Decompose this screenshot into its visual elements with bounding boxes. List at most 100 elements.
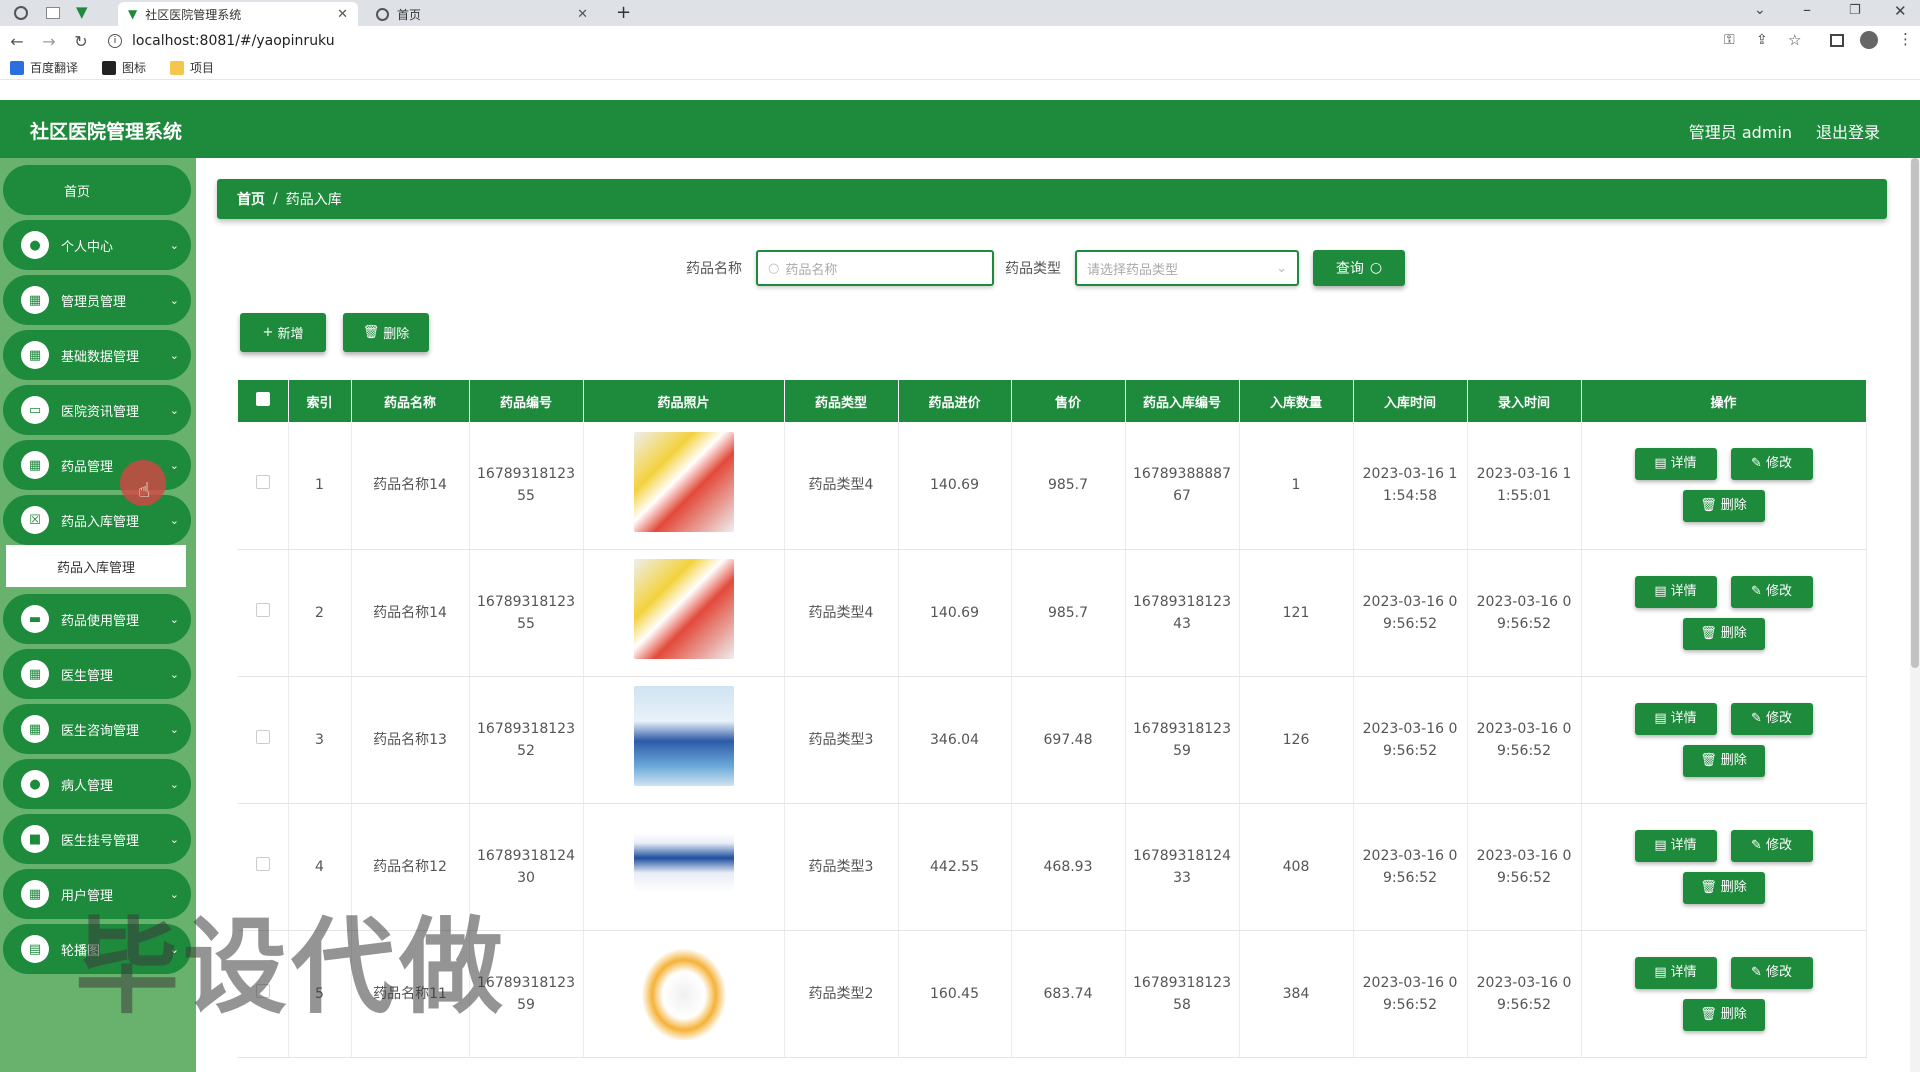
back-icon[interactable]: ← [4,32,30,51]
table-row: 1 药品名称14 1678931812355 药品类型4 140.69 985.… [238,422,1867,550]
drug-photo [633,940,734,1040]
cell-price: 985.7 [1011,549,1126,677]
browser-tab[interactable]: 首页 ✕ [366,2,598,26]
close-icon[interactable]: ✕ [337,7,348,22]
edit-button[interactable]: ✎ 修改 [1730,829,1813,862]
bookmark-item[interactable]: 项目 [170,59,214,76]
sidebar-item-news[interactable]: ▭ 医院资讯管理 ⌄ [3,385,191,435]
cell-entry-time: 2023-03-16 09:56:52 [1467,930,1582,1058]
reload-icon[interactable]: ↻ [68,32,94,51]
document-icon: ▤ [1654,837,1667,853]
pencil-icon: ✎ [1751,837,1762,853]
chevron-down-icon: ⌄ [169,722,179,736]
add-button[interactable]: + 新增 [240,313,326,352]
table-row: 2 药品名称14 1678931812355 药品类型4 140.69 985.… [238,549,1867,677]
delete-button[interactable]: 🗑 删除 [1682,744,1765,777]
sidebar-item-drug-usage[interactable]: ▬ 药品使用管理 ⌄ [3,594,191,644]
sidebar-item-profile[interactable]: ● 个人中心 ⌄ [3,220,191,270]
chat-icon: ▬ [21,605,49,633]
trash-icon: 🗑 [1700,1006,1717,1022]
scrollbar-thumb[interactable] [1911,158,1919,668]
detail-button[interactable]: ▤ 详情 [1634,575,1717,608]
cell-in-time: 2023-03-16 09:56:52 [1353,676,1468,804]
pencil-icon: ✎ [1751,456,1762,472]
detail-button[interactable]: ▤ 详情 [1634,448,1717,481]
breadcrumb: 首页 / 药品入库 [217,179,1887,219]
delete-button[interactable]: 🗑 删除 [1682,490,1765,523]
vue-icon[interactable]: ▼ [76,3,88,21]
close-icon[interactable]: ✕ [577,7,588,22]
row-checkbox[interactable] [255,602,270,617]
cell-entry-time: 2023-03-16 09:56:52 [1467,549,1582,677]
bookmark-item[interactable]: 百度翻译 [10,59,78,76]
cell-entry-time: 2023-03-16 09:56:52 [1467,676,1582,804]
delete-button[interactable]: 🗑 删除 [1682,617,1765,650]
edit-button[interactable]: ✎ 修改 [1730,702,1813,735]
batch-delete-button[interactable]: 🗑 删除 [343,313,429,352]
browser-tab-active[interactable]: ▼ 社区医院管理系统 ✕ [118,2,358,26]
column-header: 录入时间 [1467,380,1582,422]
edit-button[interactable]: ✎ 修改 [1730,956,1813,989]
edit-button[interactable]: ✎ 修改 [1730,448,1813,481]
close-window-icon[interactable]: ✕ [1894,2,1907,20]
cell-inbound-no: 1678931812359 [1125,676,1240,804]
cell-in-time: 2023-03-16 09:56:52 [1353,930,1468,1058]
sidebar-subitem-drug-inbound[interactable]: 药品入库管理 [6,545,186,587]
select-all-checkbox[interactable] [255,392,270,406]
table-row: 3 药品名称13 1678931812352 药品类型3 346.04 697.… [238,676,1867,804]
profile-icon[interactable] [1860,31,1878,49]
sidebar-item-basedata[interactable]: ▦ 基础数据管理 ⌄ [3,330,191,380]
cell-price: 985.7 [1011,422,1126,550]
key-icon[interactable]: ⚿ [1724,32,1735,48]
row-checkbox[interactable] [255,729,270,744]
browser-menu-icon[interactable] [14,6,28,20]
more-icon[interactable]: ⋮ [1898,30,1913,48]
minimize-icon[interactable]: – [1803,0,1811,19]
document-icon: ▤ [21,935,49,963]
detail-button[interactable]: ▤ 详情 [1634,702,1717,735]
sidebar-item-registration[interactable]: ■ 医生挂号管理 ⌄ [3,814,191,864]
sidepanel-icon[interactable] [1830,34,1844,47]
forward-icon[interactable]: → [36,32,62,51]
detail-button[interactable]: ▤ 详情 [1634,829,1717,862]
restore-icon[interactable]: ❐ [1849,3,1861,18]
cell-type: 药品类型3 [784,676,899,804]
sidebar-item-consult[interactable]: ▦ 医生咨询管理 ⌄ [3,704,191,754]
column-header: 入库数量 [1239,380,1354,422]
detail-button[interactable]: ▤ 详情 [1634,956,1717,989]
breadcrumb-current: 药品入库 [285,192,342,208]
drug-name-input[interactable]: ○ 药品名称 [756,250,994,286]
chevron-down-icon: ⌄ [169,403,179,417]
delete-button[interactable]: 🗑 删除 [1682,871,1765,904]
sidebar-item-patients[interactable]: ● 病人管理 ⌄ [3,759,191,809]
browser-tab-bar: ▼ ▼ 社区医院管理系统 ✕ 首页 ✕ + ⌄ – ❐ ✕ [0,0,1920,26]
share-icon[interactable]: ⇪ [1756,32,1768,48]
sidebar-item-drug-inbound[interactable]: ☒ 药品入库管理 ⌄ [3,495,191,545]
edit-button[interactable]: ✎ 修改 [1730,575,1813,608]
row-checkbox[interactable] [255,475,270,490]
sidebar-item-admin[interactable]: ▦ 管理员管理 ⌄ [3,275,191,325]
query-button[interactable]: 查询 ○ [1313,250,1405,286]
bookmark-item[interactable]: 图标 [102,59,146,76]
column-header: 药品照片 [583,380,785,422]
search-icon: ○ [768,260,780,276]
drug-type-select[interactable]: 请选择药品类型 ⌄ [1075,250,1299,286]
window-icon[interactable] [46,7,60,19]
tab-title: 社区医院管理系统 [145,7,242,22]
document-icon: ▤ [1654,583,1667,599]
url-field[interactable]: i localhost:8081/#/yaopinruku [108,30,1688,52]
logout-link[interactable]: 退出登录 [1816,119,1880,143]
chevron-down-icon: ⌄ [169,238,179,252]
sidebar-item-home[interactable]: 首页 [3,165,191,215]
cell-type: 药品类型4 [784,549,899,677]
sidebar-item-doctors[interactable]: ▦ 医生管理 ⌄ [3,649,191,699]
cell-cost: 346.04 [898,676,1012,804]
delete-button[interactable]: 🗑 删除 [1682,998,1765,1031]
breadcrumb-home[interactable]: 首页 [237,189,265,209]
row-checkbox[interactable] [255,856,270,871]
star-icon[interactable]: ☆ [1788,31,1801,49]
new-tab-icon[interactable]: + [616,2,631,23]
chevron-down-icon[interactable]: ⌄ [1754,2,1766,18]
info-icon[interactable]: i [108,34,122,48]
cell-in-time: 2023-03-16 09:56:52 [1353,803,1468,931]
